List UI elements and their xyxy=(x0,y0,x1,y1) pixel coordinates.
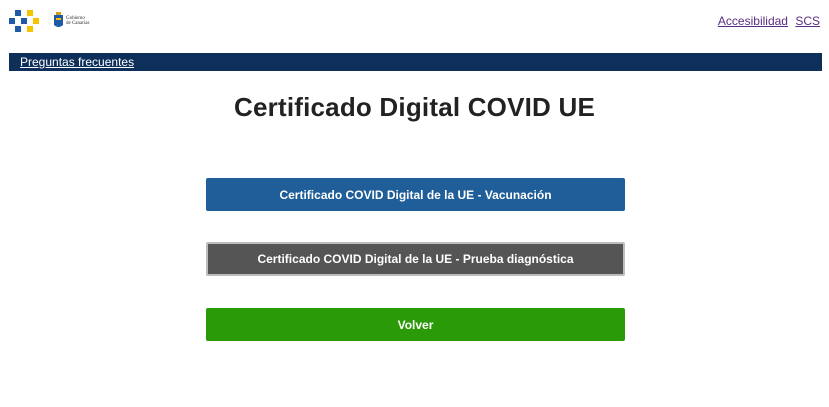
page-title: Certificado Digital COVID UE xyxy=(234,92,595,122)
top-links: Accesibilidad SCS xyxy=(714,14,820,28)
diagnostic-test-certificate-button[interactable]: Certificado COVID Digital de la UE - Pru… xyxy=(206,242,625,276)
header: Gobierno de Canarias Accesibilidad SCS xyxy=(0,0,829,50)
gov-logo-text: Gobierno de Canarias xyxy=(66,16,89,26)
faq-link[interactable]: Preguntas frecuentes xyxy=(20,55,134,69)
coat-of-arms-icon xyxy=(54,12,63,27)
accesibilidad-link[interactable]: Accesibilidad xyxy=(718,14,788,28)
scs-logo-icon xyxy=(9,10,39,32)
vaccination-certificate-button[interactable]: Certificado COVID Digital de la UE - Vac… xyxy=(206,178,625,211)
gobierno-canarias-logo: Gobierno de Canarias xyxy=(54,12,89,29)
scs-link[interactable]: SCS xyxy=(795,14,820,28)
gov-logo-line: de Canarias xyxy=(66,20,90,26)
navbar: Preguntas frecuentes xyxy=(9,53,822,71)
back-button[interactable]: Volver xyxy=(206,308,625,341)
